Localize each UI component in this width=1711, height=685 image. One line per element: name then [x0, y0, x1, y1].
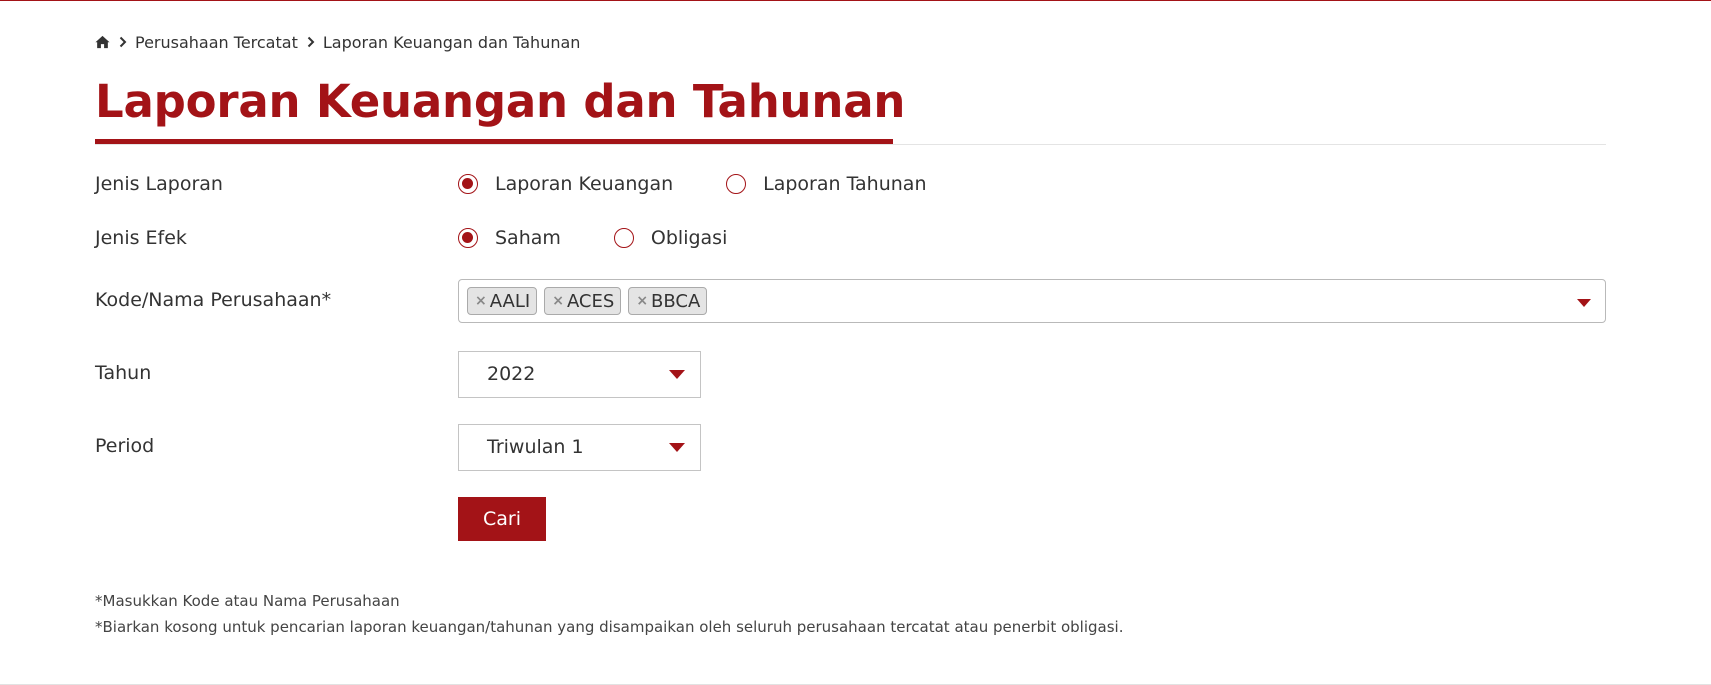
breadcrumb-item-current: Laporan Keuangan dan Tahunan — [322, 32, 581, 52]
breadcrumb: Perusahaan Tercatat Laporan Keuangan dan… — [95, 32, 580, 52]
jenis-laporan-radio-group: Laporan Keuangan Laporan Tahunan — [458, 173, 927, 195]
tag-aces[interactable]: × ACES — [544, 287, 622, 315]
remove-tag-icon[interactable]: × — [475, 293, 487, 309]
caret-down-icon — [669, 443, 685, 452]
jenis-laporan-label: Jenis Laporan — [95, 173, 223, 195]
radio-unchecked-indicator[interactable] — [726, 174, 747, 194]
radio-label: Saham — [495, 227, 561, 249]
tahun-value: 2022 — [487, 363, 536, 385]
jenis-efek-radio-group: Saham Obligasi — [458, 227, 727, 249]
caret-down-icon[interactable] — [1577, 299, 1591, 307]
chevron-right-icon — [307, 36, 315, 48]
radio-saham[interactable]: Saham — [458, 227, 561, 249]
period-select[interactable]: Triwulan 1 — [458, 424, 701, 471]
radio-checked-indicator[interactable] — [458, 174, 478, 194]
radio-laporan-keuangan[interactable]: Laporan Keuangan — [458, 173, 673, 195]
tag-label: AALI — [489, 290, 531, 312]
caret-down-icon — [669, 370, 685, 379]
breadcrumb-item-perusahaan-tercatat[interactable]: Perusahaan Tercatat — [135, 33, 298, 52]
radio-unchecked-indicator[interactable] — [613, 228, 634, 248]
top-accent-line — [0, 0, 1711, 1]
selected-tags: × AALI × ACES × BBCA — [467, 287, 714, 315]
page-header: Laporan Keuangan dan Tahunan — [95, 74, 1606, 145]
radio-label: Laporan Tahunan — [763, 173, 927, 195]
note-empty-search: *Biarkan kosong untuk pencarian laporan … — [95, 618, 1124, 636]
radio-label: Obligasi — [650, 227, 728, 249]
tag-bbca[interactable]: × BBCA — [628, 287, 708, 315]
home-icon[interactable] — [95, 35, 110, 49]
page-title: Laporan Keuangan dan Tahunan — [95, 75, 906, 128]
title-divider — [95, 144, 1606, 145]
radio-laporan-tahunan[interactable]: Laporan Tahunan — [726, 173, 927, 195]
company-multiselect[interactable]: × AALI × ACES × BBCA — [458, 279, 1606, 323]
radio-label: Laporan Keuangan — [495, 173, 674, 195]
tahun-label: Tahun — [95, 362, 152, 384]
search-button[interactable]: Cari — [458, 497, 546, 541]
tag-label: BBCA — [651, 290, 701, 312]
perusahaan-label: Kode/Nama Perusahaan* — [95, 289, 332, 311]
tag-label: ACES — [566, 290, 615, 312]
period-label: Period — [95, 435, 155, 457]
tahun-select[interactable]: 2022 — [458, 351, 701, 398]
remove-tag-icon[interactable]: × — [552, 293, 564, 309]
note-required: *Masukkan Kode atau Nama Perusahaan — [95, 592, 400, 610]
radio-checked-indicator[interactable] — [458, 228, 478, 248]
remove-tag-icon[interactable]: × — [636, 293, 648, 309]
chevron-right-icon — [119, 36, 127, 48]
period-value: Triwulan 1 — [487, 436, 584, 458]
tag-aali[interactable]: × AALI — [467, 287, 538, 315]
radio-obligasi[interactable]: Obligasi — [613, 227, 728, 249]
jenis-efek-label: Jenis Efek — [95, 227, 187, 249]
